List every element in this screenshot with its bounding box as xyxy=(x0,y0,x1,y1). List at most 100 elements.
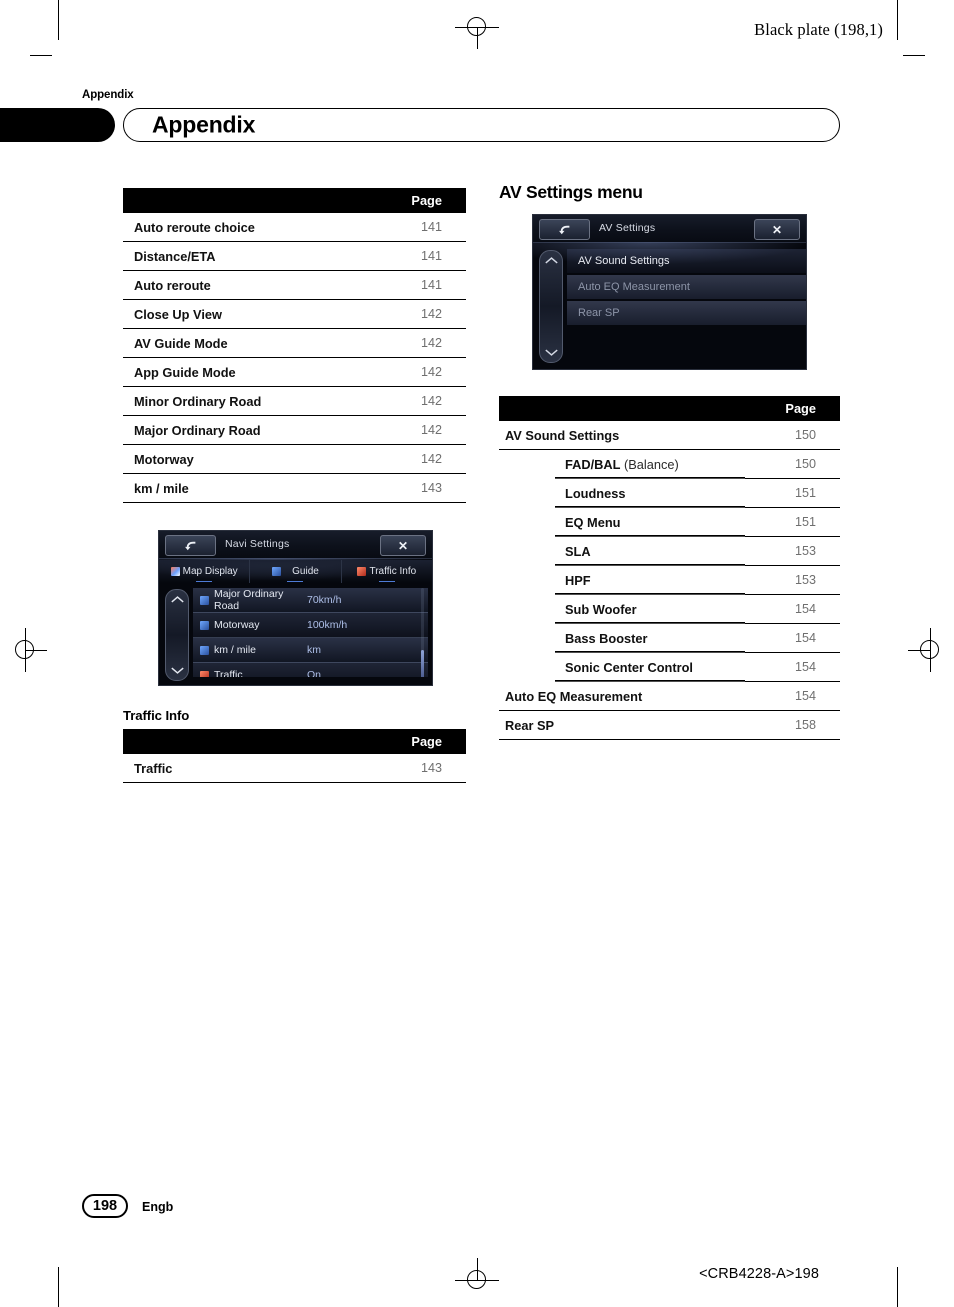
row-label: Loudness xyxy=(499,478,745,508)
row-label-text: FAD/BAL xyxy=(565,457,621,472)
row-page: 141 xyxy=(369,270,466,300)
chevron-down-icon xyxy=(170,667,184,674)
row-label: Sub Woofer xyxy=(499,594,745,624)
tab-traffic-info[interactable]: Traffic Info xyxy=(340,560,432,583)
table-header-row: Page xyxy=(123,729,466,754)
row-label-suffix: (Balance) xyxy=(620,457,679,472)
list-item-rear-sp[interactable]: Rear SP xyxy=(567,301,806,326)
black-plate-label: Black plate (198,1) xyxy=(754,20,883,39)
close-icon[interactable]: ✕ xyxy=(380,535,426,556)
traffic-info-icon xyxy=(357,567,367,576)
back-arrow-icon[interactable] xyxy=(165,535,216,556)
table-row: Rear SP 158 xyxy=(499,710,840,741)
row-page: 142 xyxy=(369,299,466,329)
table-row: FAD/BAL (Balance) 150 xyxy=(499,449,840,480)
table-row: Auto EQ Measurement 154 xyxy=(499,681,840,712)
tab-map-display[interactable]: Map Display xyxy=(159,560,249,583)
crop-mark-top-left-h xyxy=(30,55,52,56)
row-page: 150 xyxy=(744,449,840,480)
row-page: 141 xyxy=(369,241,466,271)
tab-label: Map Display xyxy=(182,566,238,577)
table-row: Auto reroute 141 xyxy=(123,270,466,300)
manual-page: Black plate (198,1) Appendix Appendix Pa… xyxy=(0,0,954,1307)
row-page: 151 xyxy=(744,507,840,538)
row-label: App Guide Mode xyxy=(123,357,370,387)
table-header-blank xyxy=(123,729,370,754)
row-label: Auto EQ Measurement xyxy=(499,681,745,712)
tab-label: Guide xyxy=(292,566,319,577)
language-code: Engb xyxy=(142,1200,174,1214)
av-settings-screenshot: AV Settings ✕ AV Sound Settings Auto EQ … xyxy=(532,214,807,371)
table-row: Loudness 151 xyxy=(499,478,840,509)
list-item-value: On xyxy=(307,669,322,677)
list-item[interactable]: Traffic On xyxy=(193,663,428,677)
list-item-label: km / mile xyxy=(214,644,256,656)
list-item[interactable]: Major Ordinary Road 70km/h xyxy=(193,588,428,613)
row-page: 142 xyxy=(369,415,466,445)
row-page: 153 xyxy=(744,536,840,567)
row-label: Sonic Center Control xyxy=(499,652,745,682)
section-title: AV Settings menu xyxy=(499,182,643,202)
row-label: Minor Ordinary Road xyxy=(123,386,370,416)
row-label: km / mile xyxy=(123,473,370,503)
back-arrow-icon[interactable] xyxy=(539,219,590,241)
list-item-av-sound-settings[interactable]: AV Sound Settings xyxy=(567,249,806,274)
registration-mark-bottom xyxy=(455,1258,499,1302)
chevron-up-icon xyxy=(544,257,558,264)
list-item-auto-eq-measurement[interactable]: Auto EQ Measurement xyxy=(567,275,806,300)
row-page: 150 xyxy=(744,421,840,451)
scrollbar-thumb[interactable] xyxy=(421,650,424,677)
guide-icon xyxy=(200,645,209,655)
navigation-settings-table: Page Auto reroute choice 141 Distance/ET… xyxy=(123,188,466,503)
row-page: 154 xyxy=(744,652,840,683)
row-page: 153 xyxy=(744,565,840,596)
right-column: AV Settings menu AV Settings ✕ AV Sound … xyxy=(499,182,840,741)
chevron-up-icon xyxy=(170,596,184,603)
list-item[interactable]: km / mile km xyxy=(193,638,428,663)
row-page: 143 xyxy=(369,473,466,503)
table-row: Motorway 142 xyxy=(123,444,466,474)
tab-guide[interactable]: Guide xyxy=(249,560,340,583)
registration-mark-top xyxy=(455,5,499,49)
row-label: AV Guide Mode xyxy=(123,328,370,358)
row-page: 142 xyxy=(369,357,466,387)
table-row: AV Guide Mode 142 xyxy=(123,328,466,358)
traffic-info-icon xyxy=(200,670,209,677)
close-icon[interactable]: ✕ xyxy=(754,219,800,241)
row-page: 143 xyxy=(369,754,466,783)
chevron-down-icon xyxy=(544,349,558,357)
page-title: Appendix xyxy=(152,111,256,138)
map-display-icon xyxy=(170,567,180,576)
table-row: SLA 153 xyxy=(499,536,840,567)
screen-scroll-control[interactable] xyxy=(539,250,563,364)
traffic-info-heading: Traffic Info xyxy=(123,708,190,723)
row-label: Major Ordinary Road xyxy=(123,415,370,445)
list-item-value: km xyxy=(307,644,321,656)
table-header-page: Page xyxy=(369,729,466,754)
page-number-badge: 198 xyxy=(82,1194,128,1218)
row-label: Auto reroute xyxy=(123,270,370,300)
screen-list: Major Ordinary Road 70km/h Motorway 100k… xyxy=(193,588,428,677)
table-row: Major Ordinary Road 142 xyxy=(123,415,466,445)
tab-label: Traffic Info xyxy=(369,566,417,577)
screen-scroll-control[interactable] xyxy=(165,589,189,681)
guide-icon xyxy=(200,595,209,605)
table-row: Distance/ETA 141 xyxy=(123,241,466,271)
list-item-value: 100km/h xyxy=(307,619,348,631)
row-page: 154 xyxy=(744,623,840,654)
row-label: Auto reroute choice xyxy=(123,213,370,242)
running-head: Appendix xyxy=(82,89,134,101)
guide-icon xyxy=(200,620,209,630)
screen-title: Navi Settings xyxy=(225,538,290,550)
table-row: Sub Woofer 154 xyxy=(499,594,840,625)
table-row: Minor Ordinary Road 142 xyxy=(123,386,466,416)
list-item-label: Motorway xyxy=(214,619,260,631)
crop-mark-bottom-right-v xyxy=(897,1267,898,1307)
table-header-page: Page xyxy=(369,188,466,213)
list-item-label: Major Ordinary Road xyxy=(214,588,284,612)
list-item[interactable]: Motorway 100km/h xyxy=(193,613,428,638)
table-header-blank xyxy=(123,188,370,213)
table-header-row: Page xyxy=(123,188,466,213)
row-label: Rear SP xyxy=(499,710,745,741)
guide-icon xyxy=(272,567,282,576)
